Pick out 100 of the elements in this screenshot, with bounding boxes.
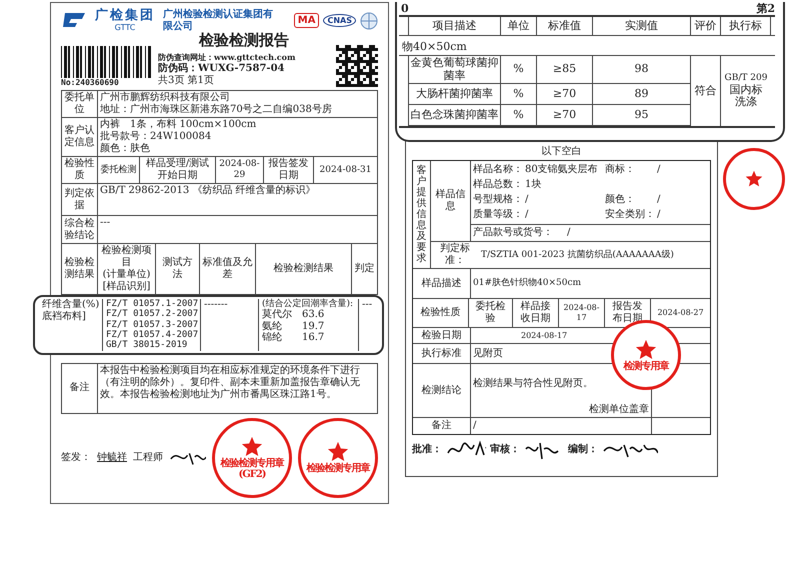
barcode-icon xyxy=(61,46,152,78)
section-label: 客户提供信息及要求 xyxy=(416,165,426,264)
column-header: 标准值 xyxy=(537,17,593,35)
table-cell: 地址：广州市海珠区新港东路70号之二自编038号房 xyxy=(100,104,332,116)
issuer-name: 钟毓祥 xyxy=(97,452,127,464)
fiber-name: 锦纶 xyxy=(262,332,283,344)
table-cell: 白色念珠菌抑菌率 xyxy=(409,105,501,126)
field-label: 产品款号或货号： xyxy=(473,227,553,239)
page-count: 共3页 第1页 xyxy=(158,75,214,87)
table-cell: GB/T 29862-2013 《纺织品 纤维含量的标识》 xyxy=(98,184,378,216)
field-value: / xyxy=(525,209,530,221)
test-item: 底裆布料] xyxy=(42,310,87,322)
table-cell: / xyxy=(471,418,652,434)
star-icon xyxy=(745,170,763,188)
globe-icon xyxy=(360,12,378,30)
sample-description: 物40×50cm xyxy=(399,36,775,56)
table-label: 判定标准： xyxy=(439,242,471,268)
table-cell: % xyxy=(501,105,537,126)
field-value: 80支锦氨夹层布 xyxy=(525,164,599,176)
table-cell: 89 xyxy=(593,84,691,106)
page-edge-text: 第2 xyxy=(756,2,775,15)
table-label: 备注 xyxy=(413,418,471,434)
table-label: 检验日期 xyxy=(413,328,471,343)
certification-mark: MA xyxy=(294,13,320,28)
table-cell: 符合 xyxy=(691,56,721,126)
column-header: 实测值 xyxy=(593,17,691,35)
stamp-text: 检测专用章 xyxy=(624,360,668,372)
column-header: 单位 xyxy=(501,17,537,35)
fiber-percentage: 19.7 xyxy=(302,320,326,332)
table-cell-text: 内裤 1条，布料 100cm×100cm xyxy=(100,119,256,130)
field-value: 1块 xyxy=(525,179,542,191)
table-cell: GB/T 209 xyxy=(724,73,768,84)
table-cell: 委托检验 xyxy=(469,299,513,327)
test-method: FZ/T 01057.3-2007 xyxy=(106,320,197,330)
field-label: 质量等级： xyxy=(473,209,524,221)
signature-label: 审核： xyxy=(490,444,520,456)
stamp-code: (GF2) xyxy=(238,468,266,480)
table-cell: ≥70 xyxy=(537,105,593,126)
table-cell-text: T/SZTIA 001-2023 抗菌纺织品(AAAAAAA级) xyxy=(480,248,675,262)
table-label: 检验性质 xyxy=(62,157,98,184)
table-cell-text: 国内标 xyxy=(730,84,762,96)
test-method: FZ/T 01057.2-2007 xyxy=(106,309,197,320)
verdict-value: --- xyxy=(361,299,374,312)
table-label: 检测结论 xyxy=(413,364,471,417)
test-method: GB/T 38015-2019 xyxy=(106,340,188,351)
table-cell: 洗涤 xyxy=(735,96,757,109)
issuer-title: 工程师 xyxy=(133,452,163,464)
stamp-text: 检验检测专用章 xyxy=(220,458,284,469)
table-cell: 见附页 xyxy=(473,348,503,360)
report-number: No:240360690 xyxy=(61,78,119,87)
table-cell-text: 批号款号：24W100084 xyxy=(100,131,212,142)
issuer-label: 签发： xyxy=(61,452,91,464)
table-cell: 98 xyxy=(593,56,691,84)
table-cell: 2024-08-17 xyxy=(559,299,605,327)
table-cell: ≥85 xyxy=(537,56,593,84)
table-label: 委托单位 xyxy=(62,91,98,118)
table-cell: % xyxy=(501,84,537,106)
verification-website: 防伪查询网址：www.gttctech.com xyxy=(158,53,296,62)
column-header: 项目描述 xyxy=(409,17,501,35)
table-cell-text: 01#肤色针织物40×50cm xyxy=(472,276,582,290)
table-label: 综合检验结论 xyxy=(62,216,98,244)
logo-name: 广检集团 xyxy=(95,9,155,22)
field-label: 颜色： xyxy=(605,194,636,206)
certification-mark: CNAS xyxy=(323,14,356,27)
field-value: / xyxy=(525,194,530,206)
table-label: 样品接收日期 xyxy=(513,299,559,327)
table-cell: ≥70 xyxy=(537,84,593,106)
fiber-percentage: 16.7 xyxy=(302,332,326,344)
table-label: 执行标准 xyxy=(413,344,471,363)
blank-note: 以下空白 xyxy=(542,144,582,158)
table-label: 样品信息 xyxy=(431,161,471,241)
table-cell: 委托检测 xyxy=(98,157,140,184)
table-cell: 金黄色葡萄球菌抑菌率 xyxy=(409,56,501,84)
remarks-text: 本报告中检验检测项目均在相应标准规定的环境条件下进行（有注明的除外）。复印件、副本未重新加盖报告章确认无效。本报告检验检测地址为广州市番禺区珠江路1号。 xyxy=(98,364,378,414)
company-name: 广州检验检测认证集团有限公司 xyxy=(163,9,273,32)
signature-label: 编制： xyxy=(568,444,598,456)
page-edge-text: 0 xyxy=(401,2,409,15)
table-cell: % xyxy=(501,56,537,84)
table-cell: 2024-08-29 xyxy=(216,157,264,184)
field-value: / xyxy=(567,227,570,239)
signature-label: 批准： xyxy=(412,444,442,456)
table-label: 报告签发日期 xyxy=(264,157,314,184)
test-method: FZ/T 01057.4-2007 xyxy=(106,330,197,340)
field-value: / xyxy=(657,209,662,221)
table-cell: 95 xyxy=(593,105,691,126)
field-label: 样品名称： xyxy=(473,164,524,176)
seal-note: 检测单位盖章 xyxy=(589,404,649,416)
field-label: 样品总数： xyxy=(473,179,524,191)
test-method: FZ/T 01057.1-2007 xyxy=(106,299,197,309)
fiber-name: 氨纶 xyxy=(262,320,283,332)
table-cell-text: 广州市鹏辉纺织科技有限公司 xyxy=(100,92,230,104)
anti-counterfeit-code: 防伪码：WUXG-7587-04 xyxy=(158,63,284,74)
table-cell: 颜色：肤色 xyxy=(100,143,150,155)
column-header: 执行标 xyxy=(721,17,771,35)
table-cell-text: 2024-08-27 xyxy=(656,307,705,320)
table-label: 客户认定信息 xyxy=(62,118,98,157)
tolerance-value: ------- xyxy=(201,299,259,351)
fiber-name: 莫代尔 xyxy=(262,309,293,321)
test-item: 纤维含量(%) xyxy=(42,299,99,310)
qr-code-icon xyxy=(336,45,378,87)
